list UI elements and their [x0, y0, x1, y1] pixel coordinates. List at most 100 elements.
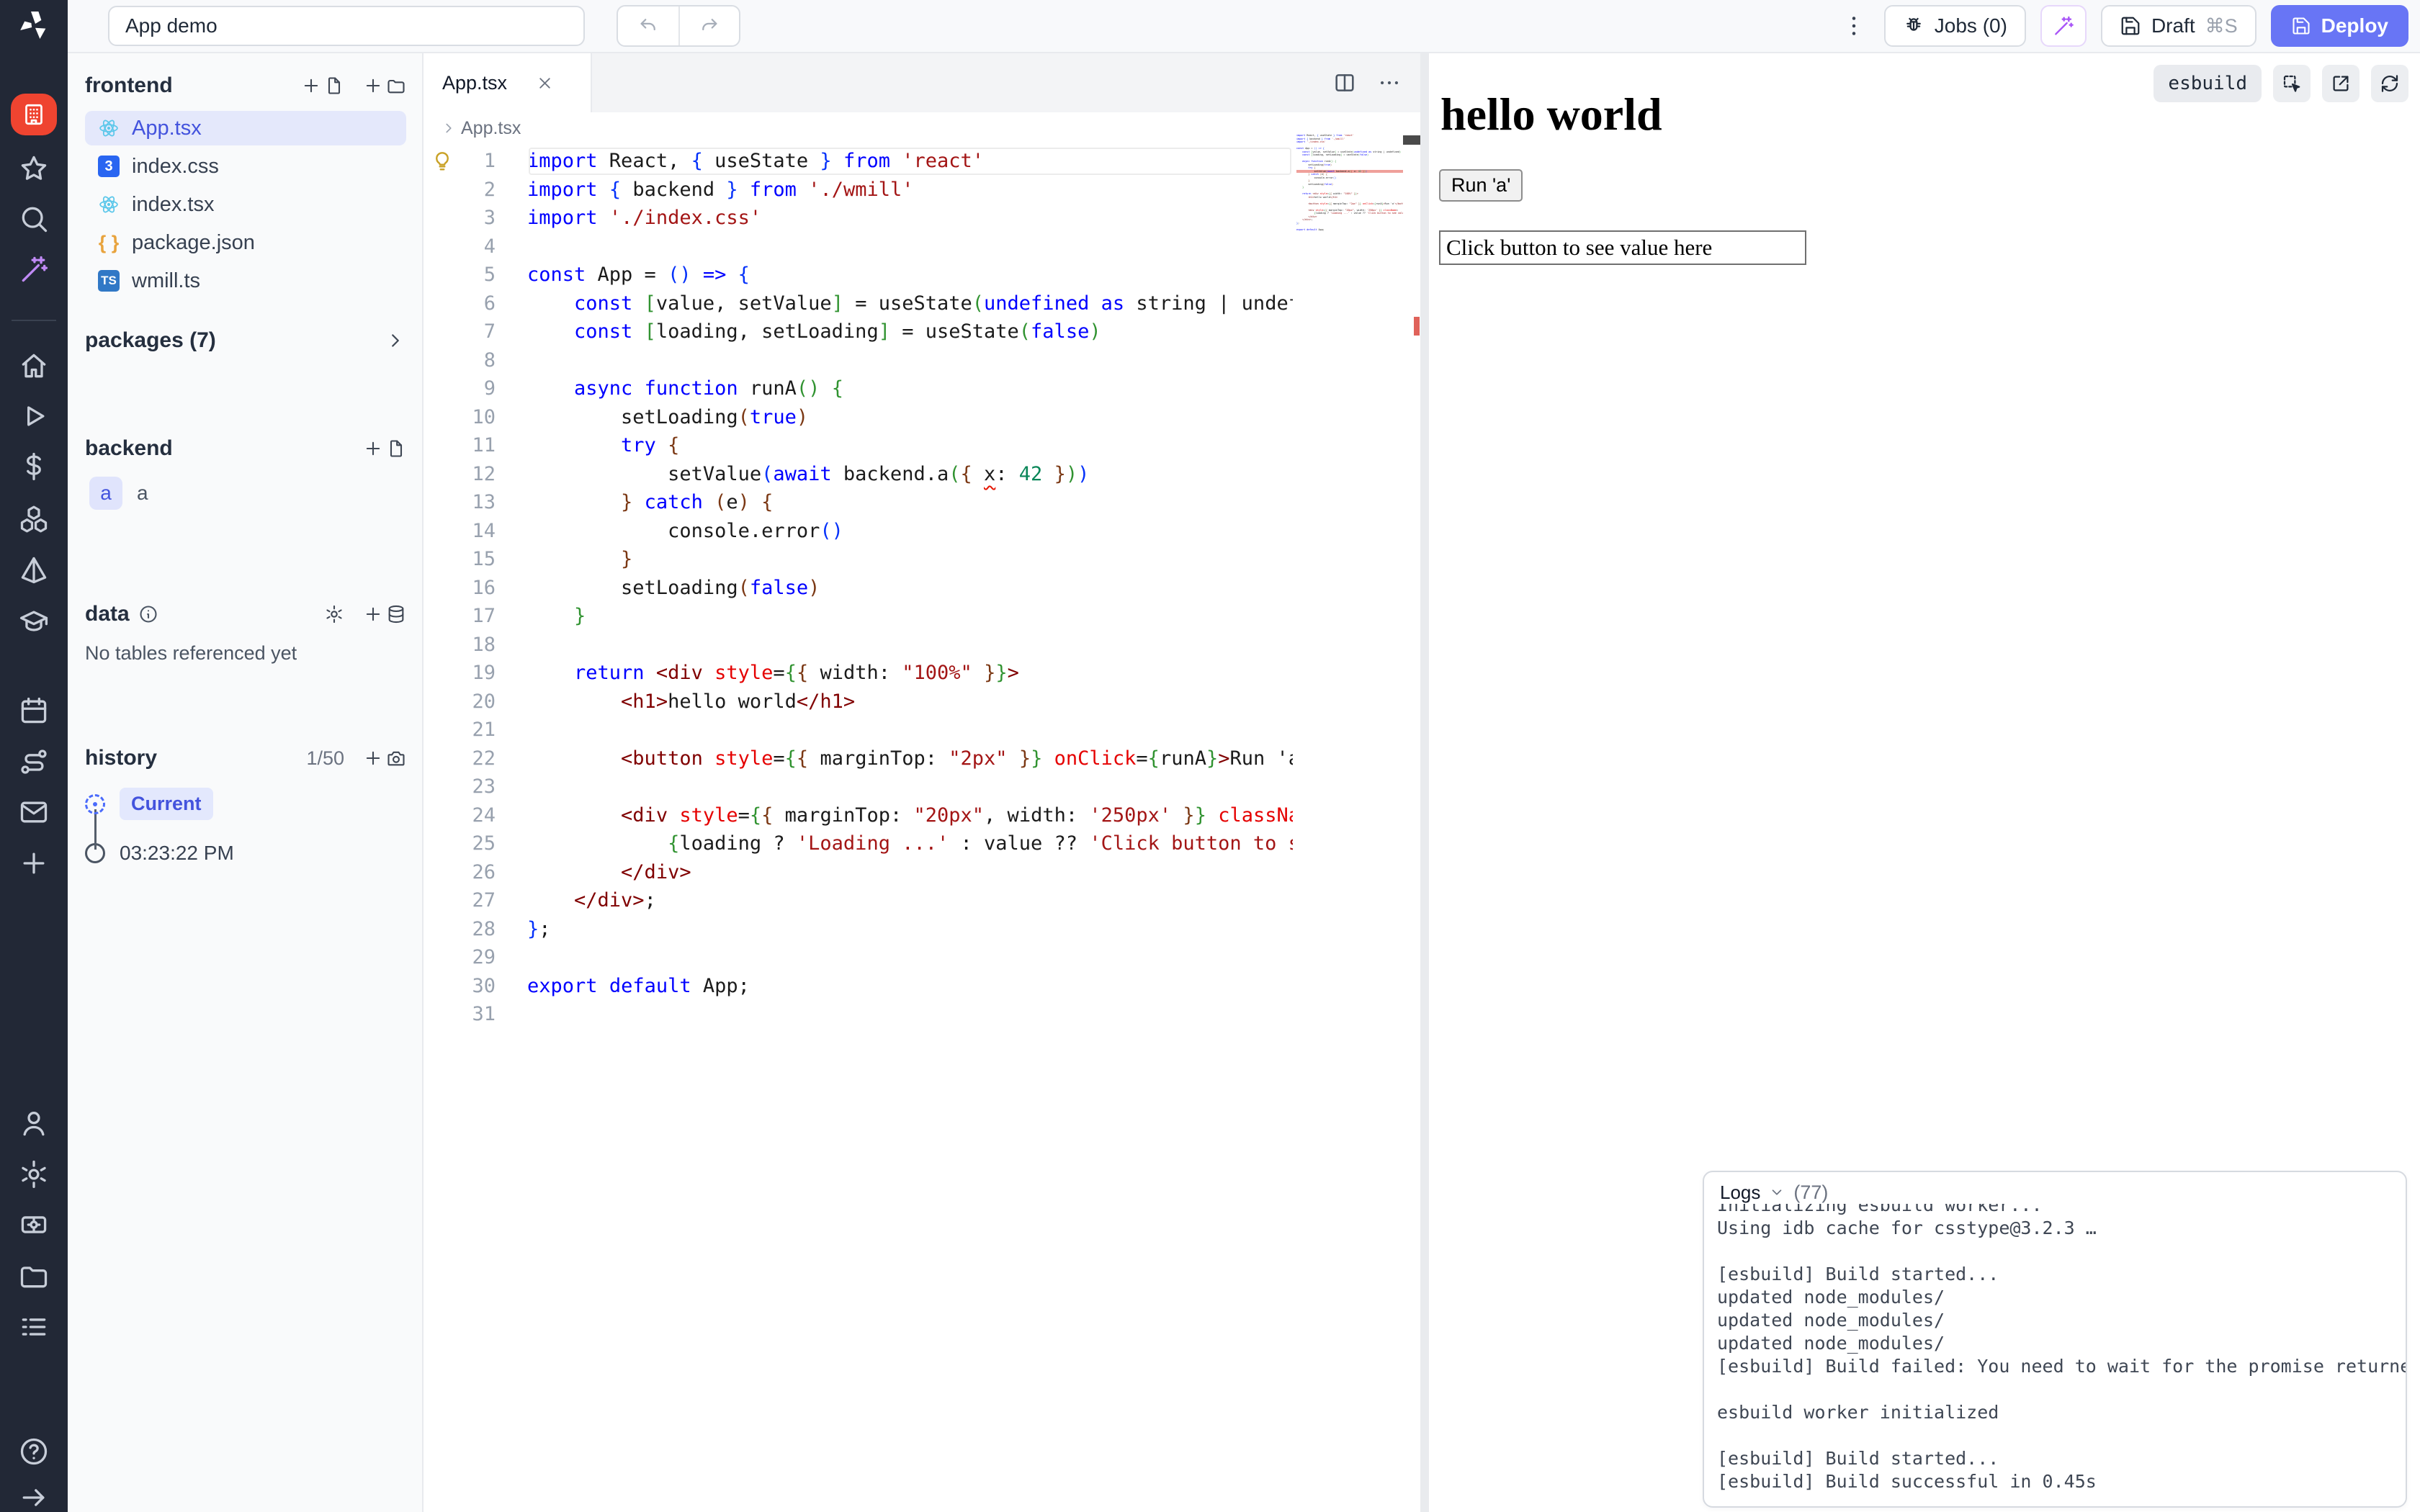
- user-icon[interactable]: [18, 1107, 50, 1139]
- redo-button[interactable]: [678, 6, 739, 45]
- refresh-icon: [2379, 73, 2401, 94]
- refresh-preview-button[interactable]: [2371, 65, 2408, 102]
- code-line-7[interactable]: 7 const [loading, setLoading] = useState…: [424, 318, 1293, 346]
- history-entry-timestamp[interactable]: 03:23:22 PM: [85, 842, 406, 865]
- info-icon[interactable]: [138, 604, 158, 624]
- code-line-13[interactable]: 13 } catch (e) {: [424, 488, 1293, 517]
- code-line-4[interactable]: 4: [424, 233, 1293, 261]
- add-folder-button[interactable]: [363, 76, 406, 96]
- triggers-pyramid-icon[interactable]: [18, 554, 50, 586]
- redo-icon: [699, 15, 720, 37]
- windmill-logo-icon[interactable]: [17, 9, 51, 43]
- add-file-button[interactable]: [301, 76, 344, 96]
- expand-arrow-right-icon[interactable]: [18, 1482, 50, 1512]
- schedules-calendar-icon[interactable]: [18, 695, 50, 726]
- code-line-14[interactable]: 14 console.error(): [424, 517, 1293, 546]
- code-line-9[interactable]: 9 async function runA() {: [424, 374, 1293, 403]
- code-line-23[interactable]: 23: [424, 773, 1293, 801]
- minimap-slider[interactable]: [1403, 135, 1422, 145]
- app-name-input[interactable]: [108, 6, 585, 46]
- draft-label: Draft: [2151, 14, 2195, 37]
- current-chip[interactable]: Current: [120, 788, 213, 820]
- code-line-20[interactable]: 20 <h1>hello world</h1>: [424, 688, 1293, 716]
- home-icon[interactable]: [18, 350, 50, 382]
- code-line-16[interactable]: 16 setLoading(false): [424, 574, 1293, 603]
- logs-title[interactable]: Logs: [1720, 1182, 1760, 1204]
- code-line-8[interactable]: 8: [424, 346, 1293, 375]
- chevron-down-icon[interactable]: [1769, 1184, 1785, 1200]
- code-line-3[interactable]: 3import './index.css': [424, 204, 1293, 233]
- split-editor-icon[interactable]: [1332, 71, 1357, 95]
- resources-cubes-icon[interactable]: [18, 503, 50, 535]
- close-tab-icon[interactable]: [536, 74, 554, 92]
- workers-gear-box-icon[interactable]: [18, 1209, 50, 1241]
- variables-dollar-icon[interactable]: [18, 451, 50, 482]
- open-in-new-tab-button[interactable]: [2322, 65, 2360, 102]
- code-line-22[interactable]: 22 <button style={{ marginTop: "2px" }} …: [424, 744, 1293, 773]
- settings-gear-icon[interactable]: [18, 1158, 50, 1190]
- file-item-wmill-ts[interactable]: TSwmill.ts: [85, 264, 406, 298]
- logs-scroll-area[interactable]: Initializing esbuild worker...Using idb …: [1704, 1204, 2406, 1506]
- editor-more-icon[interactable]: [1377, 71, 1402, 95]
- jobs-button[interactable]: Jobs (0): [1884, 5, 2026, 47]
- search-icon[interactable]: [18, 203, 50, 235]
- code-line-21[interactable]: 21: [424, 716, 1293, 744]
- breadcrumb[interactable]: App.tsx: [424, 112, 1420, 144]
- panel-resize-handle[interactable]: [1420, 53, 1429, 1512]
- data-settings-button[interactable]: [324, 604, 344, 624]
- favorites-star-icon[interactable]: [18, 153, 50, 184]
- undo-icon: [637, 15, 659, 37]
- code-line-31[interactable]: 31: [424, 1000, 1293, 1029]
- history-entry-current[interactable]: Current: [85, 788, 406, 820]
- deploy-button[interactable]: Deploy: [2271, 5, 2408, 47]
- code-line-1[interactable]: 1import React, { useState } from 'react': [424, 147, 1293, 176]
- file-item-index-css[interactable]: 3index.css: [85, 149, 406, 184]
- code-line-10[interactable]: 10 setLoading(true): [424, 403, 1293, 432]
- file-item-package-json[interactable]: { }package.json: [85, 225, 406, 260]
- add-table-button[interactable]: [363, 604, 406, 624]
- mail-icon[interactable]: [18, 796, 50, 828]
- code-line-30[interactable]: 30export default App;: [424, 972, 1293, 1001]
- code-line-15[interactable]: 15 }: [424, 545, 1293, 574]
- lightbulb-icon[interactable]: [431, 150, 454, 173]
- add-plus-icon[interactable]: [18, 847, 50, 879]
- code-line-26[interactable]: 26 </div>: [424, 858, 1293, 887]
- code-line-2[interactable]: 2import { backend } from './wmill': [424, 176, 1293, 204]
- minimap[interactable]: import React, { useState } from 'react'i…: [1296, 134, 1403, 235]
- file-item-index-tsx[interactable]: index.tsx: [85, 187, 406, 222]
- backend-item-a[interactable]: a a: [85, 477, 406, 510]
- workspace-switcher[interactable]: [11, 94, 57, 135]
- code-line-25[interactable]: 25 {loading ? 'Loading ...' : value ?? '…: [424, 829, 1293, 858]
- ai-wand-icon[interactable]: [18, 253, 50, 285]
- inspect-element-button[interactable]: [2273, 65, 2311, 102]
- help-icon[interactable]: [18, 1436, 50, 1467]
- code-line-18[interactable]: 18: [424, 631, 1293, 660]
- add-backend-file-button[interactable]: [363, 438, 406, 459]
- learn-graduation-cap-icon[interactable]: [18, 606, 50, 637]
- chevron-right-icon[interactable]: [385, 330, 406, 351]
- file-item-App-tsx[interactable]: App.tsx: [85, 111, 406, 145]
- draft-button[interactable]: Draft ⌘S: [2101, 5, 2257, 47]
- run-a-button[interactable]: Run 'a': [1439, 169, 1523, 202]
- esbuild-badge: esbuild: [2154, 65, 2262, 102]
- folders-icon[interactable]: [18, 1260, 50, 1292]
- flows-route-icon[interactable]: [18, 746, 50, 778]
- code-line-11[interactable]: 11 try {: [424, 431, 1293, 460]
- code-line-29[interactable]: 29: [424, 943, 1293, 972]
- code-area[interactable]: 1import React, { useState } from 'react'…: [424, 144, 1420, 1512]
- code-line-27[interactable]: 27 </div>;: [424, 886, 1293, 915]
- code-line-17[interactable]: 17 }: [424, 602, 1293, 631]
- add-snapshot-button[interactable]: [363, 748, 406, 768]
- code-line-12[interactable]: 12 setValue(await backend.a({ x: 42 })): [424, 460, 1293, 489]
- code-line-24[interactable]: 24 <div style={{ marginTop: "20px", widt…: [424, 801, 1293, 830]
- runs-play-icon[interactable]: [18, 400, 50, 432]
- code-line-5[interactable]: 5const App = () => {: [424, 261, 1293, 289]
- code-line-6[interactable]: 6 const [value, setValue] = useState(und…: [424, 289, 1293, 318]
- code-line-19[interactable]: 19 return <div style={{ width: "100%" }}…: [424, 659, 1293, 688]
- ai-assistant-button[interactable]: [2040, 5, 2087, 47]
- code-line-28[interactable]: 28};: [424, 915, 1293, 944]
- more-menu-button[interactable]: [1841, 13, 1867, 39]
- tab-app-tsx[interactable]: App.tsx: [424, 53, 592, 112]
- undo-button[interactable]: [618, 6, 678, 45]
- audit-list-icon[interactable]: [18, 1311, 50, 1343]
